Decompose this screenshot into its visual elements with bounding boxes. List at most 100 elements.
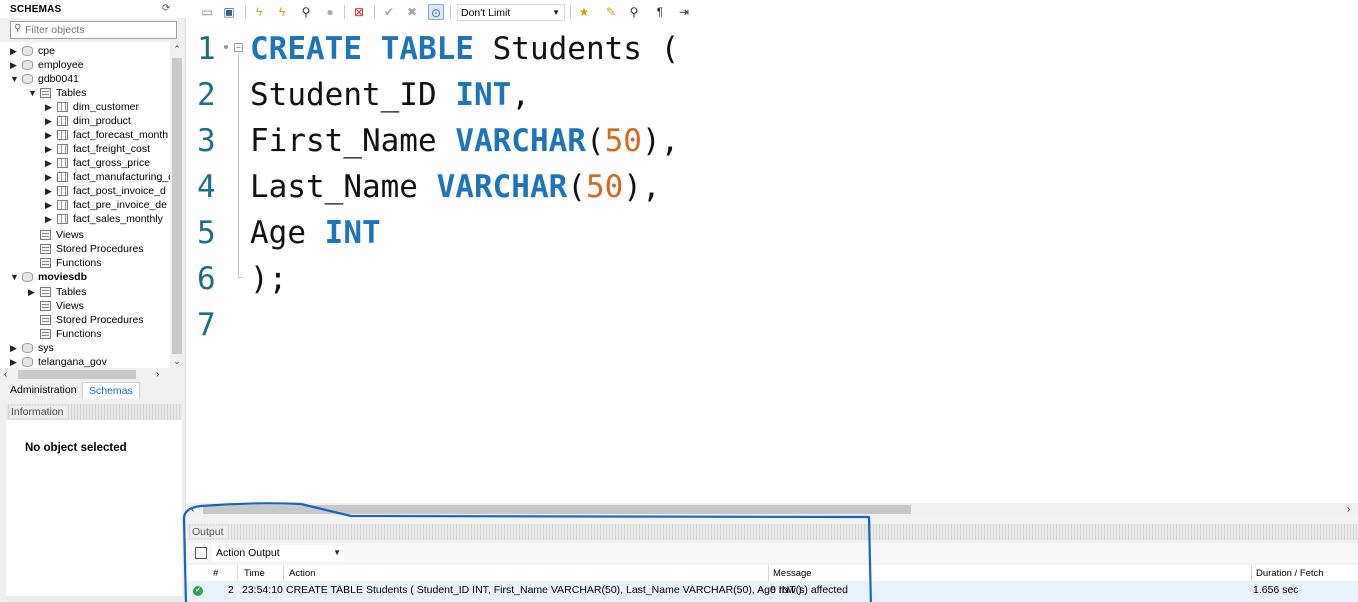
toolbar-separator [245, 5, 246, 19]
table-label: fact_pre_invoice_de [73, 199, 167, 211]
beautify-icon[interactable]: ✎ [603, 4, 619, 20]
wrap-icon[interactable]: ⇥ [676, 4, 692, 20]
expand-arrow-icon[interactable]: ▶ [10, 44, 20, 58]
folder-label: Functions [56, 328, 102, 340]
line-number: 2 [197, 77, 216, 113]
stop-icon[interactable]: ● [322, 4, 338, 20]
expand-arrow-icon[interactable]: ▶ [45, 184, 55, 198]
sql-editor-toolbar: ▭ ▣ ϟ ϟ ⚲ ● ⊠ ✔ ✖ ⊙ Don't Limit ▼ ★ ✎ ⚲ … [187, 0, 1358, 24]
table-icon [57, 186, 68, 196]
refresh-icon[interactable]: ⟳ [162, 3, 174, 15]
explain-icon[interactable]: ⚲ [298, 4, 314, 20]
sql-editor[interactable]: 1 CREATE TABLE Students (2 Student_ID INT,… [187, 24, 1358, 503]
table-label: fact_post_invoice_d [73, 185, 166, 197]
toggle-error-icon[interactable]: ⊠ [351, 4, 367, 20]
toolbar-separator [344, 5, 345, 19]
bookmark-icon[interactable]: ★ [576, 4, 592, 20]
collapse-arrow-icon[interactable]: ▼ [10, 72, 20, 86]
tree-horizontal-scrollbar[interactable]: ‹ › [0, 368, 170, 381]
toolbar-separator [450, 5, 451, 19]
object-info-tabs[interactable] [6, 596, 182, 602]
expand-arrow-icon[interactable]: ▶ [45, 128, 55, 142]
information-header: Information [6, 404, 182, 420]
expand-arrow-icon[interactable]: ▶ [45, 142, 55, 156]
find-icon[interactable]: ⚲ [626, 4, 642, 20]
folder-icon [40, 244, 51, 254]
sql-token: Student_ID [250, 77, 456, 113]
code-line[interactable]: 2 Student_ID INT, [187, 72, 1358, 118]
execute-current-icon[interactable]: ϟ [274, 4, 290, 20]
open-folder-icon[interactable]: ▭ [199, 4, 215, 20]
information-panel: No object selected [6, 420, 182, 596]
scroll-right-icon[interactable]: › [1347, 503, 1350, 516]
column-header-duration[interactable]: Duration / Fetch [1256, 568, 1324, 579]
tab-administration[interactable]: Administration [4, 382, 83, 399]
save-icon[interactable]: ▣ [221, 4, 237, 20]
scroll-left-icon[interactable]: ‹ [4, 368, 14, 381]
sql-token: Students ( [473, 31, 680, 67]
sql-token: Last_Name [250, 169, 437, 205]
tab-schemas[interactable]: Schemas [82, 382, 140, 399]
code-line[interactable]: 6); [187, 256, 1358, 302]
expand-arrow-icon[interactable]: ▶ [28, 285, 38, 299]
database-icon [22, 74, 33, 84]
table-label: fact_sales_monthly [73, 213, 163, 225]
schema-label: sys [38, 342, 54, 354]
limit-rows-select[interactable]: Don't Limit ▼ [457, 4, 565, 21]
sql-token: Age [250, 215, 325, 251]
expand-arrow-icon[interactable]: ▶ [45, 114, 55, 128]
folder-label: Views [56, 300, 84, 312]
scrollbar-thumb[interactable] [172, 58, 182, 354]
expand-arrow-icon[interactable]: ▶ [45, 212, 55, 226]
code-line[interactable]: 1 CREATE TABLE Students ( [187, 26, 1358, 72]
scroll-down-icon[interactable]: ⌄ [170, 354, 184, 368]
code-text: ); [250, 256, 287, 302]
table-icon [57, 144, 68, 154]
toolbar-separator [570, 5, 571, 19]
code-line[interactable]: 4 Last_Name VARCHAR(50), [187, 164, 1358, 210]
collapse-arrow-icon[interactable]: ▼ [10, 270, 20, 284]
code-line[interactable]: 5 Age INT [187, 210, 1358, 256]
expand-arrow-icon[interactable]: ▶ [45, 170, 55, 184]
sql-token: ), [623, 169, 661, 205]
folder-label: Functions [56, 257, 102, 269]
sql-token: ), [641, 123, 680, 159]
filter-box[interactable]: ⚲ [10, 21, 177, 39]
collapse-arrow-icon[interactable]: ▼ [28, 86, 38, 100]
search-icon: ⚲ [14, 23, 22, 34]
folder-label: Tables [56, 87, 87, 99]
expand-arrow-icon[interactable]: ▶ [45, 156, 55, 170]
information-title: Information [11, 406, 67, 418]
execute-icon[interactable]: ϟ [251, 4, 267, 20]
scroll-up-icon[interactable]: ⌃ [170, 42, 184, 56]
database-icon [22, 46, 33, 56]
fold-guide [238, 52, 239, 278]
scrollbar-thumb[interactable] [18, 370, 136, 379]
tree-vertical-scrollbar[interactable]: ⌃ ⌄ [170, 42, 184, 368]
sql-number: 50 [604, 123, 642, 159]
code-line[interactable]: 7 [187, 302, 1358, 348]
expand-arrow-icon[interactable]: ▶ [45, 100, 55, 114]
sql-keyword: INT [324, 215, 381, 251]
schema-label: cpe [38, 45, 55, 57]
autocommit-icon[interactable]: ⊙ [428, 4, 444, 20]
commit-icon[interactable]: ✔ [381, 4, 397, 20]
fold-toggle-icon[interactable]: − [234, 43, 243, 52]
expand-arrow-icon[interactable]: ▶ [45, 198, 55, 212]
rollback-icon[interactable]: ✖ [404, 4, 420, 20]
table-label: fact_gross_price [73, 157, 151, 169]
sql-token: ( [567, 169, 586, 205]
invisible-chars-icon[interactable]: ¶ [652, 4, 668, 20]
table-label: fact_forecast_month [73, 129, 169, 141]
scroll-right-icon[interactable]: › [156, 368, 166, 381]
expand-arrow-icon[interactable]: ▶ [10, 58, 20, 72]
schemas-title: SCHEMAS [10, 4, 62, 15]
code-line[interactable]: 3 First_Name VARCHAR(50), [187, 118, 1358, 164]
expand-arrow-icon[interactable]: ▶ [10, 341, 20, 355]
fold-guide-end [238, 277, 243, 278]
filter-objects-input[interactable] [25, 23, 175, 37]
sql-token: First_Name [250, 123, 456, 159]
toolbar-separator [374, 5, 375, 19]
column-separator [1251, 565, 1252, 581]
expand-arrow-icon[interactable]: ▶ [10, 355, 20, 368]
